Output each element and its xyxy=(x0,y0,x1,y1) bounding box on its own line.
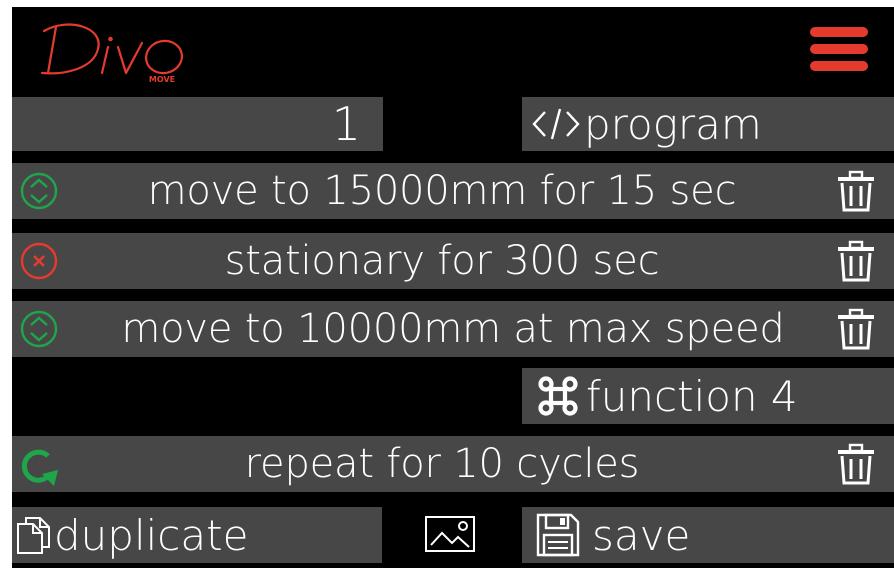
trash-icon[interactable] xyxy=(834,308,878,352)
trash-icon[interactable] xyxy=(834,170,878,214)
repeat-text: repeat for 10 cycles xyxy=(244,441,640,487)
menu-button[interactable] xyxy=(810,25,870,73)
program-button[interactable]: program xyxy=(522,97,894,151)
step-text: stationary for 300 sec xyxy=(224,238,660,284)
logo-sub-text: MOVE xyxy=(149,75,175,83)
step-row-2[interactable]: stationary for 300 sec xyxy=(12,233,894,289)
repeat-row[interactable]: repeat for 10 cycles xyxy=(12,436,894,492)
floppy-disk-icon xyxy=(530,507,586,563)
command-icon xyxy=(532,368,584,424)
function-button[interactable]: function 4 xyxy=(522,368,894,424)
trash-icon[interactable] xyxy=(834,240,878,284)
step-row-3[interactable]: move to 10000mm at max speed xyxy=(12,301,894,357)
code-icon xyxy=(530,97,582,151)
green-updown-circle-icon[interactable] xyxy=(18,308,60,350)
save-label: save xyxy=(592,510,691,560)
step-row-1[interactable]: move to 15000mm for 15 sec xyxy=(12,163,894,219)
green-updown-circle-icon[interactable] xyxy=(18,170,60,212)
function-label: function 4 xyxy=(586,371,798,421)
logo-wordmark xyxy=(40,23,184,75)
duplicate-label: duplicate xyxy=(54,510,249,560)
red-x-circle-icon[interactable] xyxy=(18,240,60,282)
program-label: program xyxy=(584,99,762,149)
trash-icon[interactable] xyxy=(834,443,878,487)
copy-icon xyxy=(14,507,54,563)
step-text: move to 15000mm for 15 sec xyxy=(147,168,737,214)
program-number-field[interactable]: 1 xyxy=(12,97,383,151)
green-repeat-arrow-icon[interactable] xyxy=(16,444,60,488)
save-button[interactable]: save xyxy=(522,507,894,563)
image-icon xyxy=(425,516,475,552)
divo-logo: MOVE xyxy=(38,13,218,83)
program-number: 1 xyxy=(331,97,361,151)
device-screen: MOVE 1 program move to 15000mm for 15 se… xyxy=(12,7,894,568)
duplicate-button[interactable]: duplicate xyxy=(12,507,382,563)
image-button[interactable] xyxy=(424,515,482,555)
hamburger-menu-icon xyxy=(810,27,868,71)
step-text: move to 10000mm at max speed xyxy=(121,306,785,352)
